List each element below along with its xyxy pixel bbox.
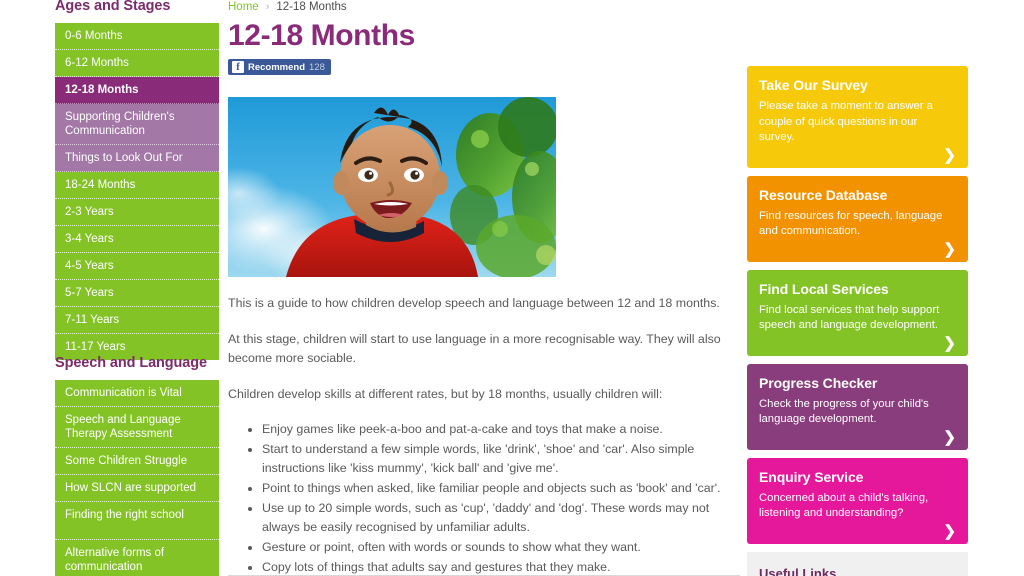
main-content: 12-18 Months f Recommend 128 This is a g… xyxy=(228,18,736,576)
hero-photo xyxy=(228,97,556,277)
facebook-icon: f xyxy=(232,61,244,73)
breadcrumb-current: 12-18 Months xyxy=(276,1,347,13)
useful-links-panel: Useful Links xyxy=(747,551,968,576)
nav-item-label: 0-6 Months xyxy=(65,30,123,42)
sidebar-item-speech-and-language-therapy-assessment[interactable]: Speech and Language Therapy Assessment xyxy=(55,407,219,448)
promo-card-title: Enquiry Service xyxy=(759,468,864,485)
left-sidebar: Ages and Stages 0-6 Months 6-12 Months 12-… xyxy=(0,0,225,576)
breadcrumb-home-link[interactable]: Home xyxy=(228,1,259,13)
promo-card-progress-checker[interactable]: Progress Checker Check the progress of yo… xyxy=(747,363,968,450)
sidebar-item-18-24-months[interactable]: 18-24 Months xyxy=(55,172,219,199)
nav-item-label: 12-18 Months xyxy=(65,84,139,96)
right-sidebar: Take Our Survey Please take a moment to a… xyxy=(747,66,968,576)
nav-item-label: 5-7 Years xyxy=(65,287,114,299)
chevron-right-icon[interactable]: ❯ xyxy=(943,430,956,445)
facebook-recommend-count: 128 xyxy=(309,61,325,73)
promo-card-take-our-survey[interactable]: Take Our Survey Please take a moment to a… xyxy=(747,66,968,168)
chevron-right-icon[interactable]: ❯ xyxy=(943,148,956,163)
sidebar-item-some-children-struggle[interactable]: Some Children Struggle xyxy=(55,448,219,475)
promo-card-list: Take Our Survey Please take a moment to a… xyxy=(747,66,968,544)
nav-item-label: 11-17 Years xyxy=(65,341,126,353)
sidebar-item-finding-the-right-school[interactable]: Finding the right school xyxy=(55,502,219,540)
nav-item-label: Speech and Language Therapy Assessment xyxy=(65,414,181,440)
nav-item-label: Alternative forms of communication xyxy=(65,547,165,573)
list-item: Copy lots of things that adults say and … xyxy=(262,558,736,576)
sidebar-item-12-18-months[interactable]: 12-18 Months xyxy=(55,77,219,104)
nav-item-label: Things to Look Out For xyxy=(65,152,183,164)
promo-card-description: Find local services that help support sp… xyxy=(759,303,940,332)
sidebar-item-communication-is-vital[interactable]: Communication is Vital xyxy=(55,380,219,407)
nav-item-label: Supporting Children's Communication xyxy=(65,111,175,137)
body-paragraph-3: Children develop skills at different rat… xyxy=(228,387,663,401)
promo-card-title: Take Our Survey xyxy=(759,77,868,93)
nav-item-label: 4-5 Years xyxy=(65,260,114,272)
sidebar-item-3-4-years[interactable]: 3-4 Years xyxy=(55,226,219,253)
list-item: Start to understand a few simple words, … xyxy=(262,440,736,478)
chevron-right-icon[interactable]: ❯ xyxy=(943,242,956,257)
breadcrumb: Home › 12-18 Months xyxy=(228,1,347,13)
sidebar-item-things-to-look-out-for[interactable]: Things to Look Out For xyxy=(55,145,219,172)
promo-card-find-local-services[interactable]: Find Local Services Find local services t… xyxy=(747,269,968,356)
facebook-recommend-label: Recommend xyxy=(248,61,306,73)
list-item: Gesture or point, often with words or so… xyxy=(262,538,736,557)
promo-card-description: Check the progress of your child's langu… xyxy=(759,397,929,426)
promo-card-description: Concerned about a child's talking, liste… xyxy=(759,491,929,520)
promo-card-description: Find resources for speech, language and … xyxy=(759,209,943,238)
list-item: Enjoy games like peek-a-boo and pat-a-ca… xyxy=(262,420,736,439)
body-paragraphs: This is a guide to how children develop … xyxy=(228,294,736,404)
facebook-recommend-button[interactable]: f Recommend 128 xyxy=(228,59,331,75)
speech-and-language-heading: Speech and Language xyxy=(55,355,207,371)
sidebar-item-2-3-years[interactable]: 2-3 Years xyxy=(55,199,219,226)
nav-item-label: 3-4 Years xyxy=(65,233,114,245)
promo-card-description: Please take a moment to answer a couple … xyxy=(759,100,933,143)
hero-photo-image xyxy=(228,97,556,277)
promo-card-resource-database[interactable]: Resource Database Find resources for spee… xyxy=(747,175,968,262)
nav-item-label: Some Children Struggle xyxy=(65,455,188,467)
sidebar-item-supporting-children-s-communication[interactable]: Supporting Children's Communication xyxy=(55,104,219,145)
speech-and-language-nav: Communication is Vital Speech and Languag… xyxy=(55,380,219,576)
sidebar-item-how-slcn-are-supported[interactable]: How SLCN are supported xyxy=(55,475,219,502)
body-paragraph-2: At this stage, children will start to us… xyxy=(228,332,721,365)
body-paragraph-1: This is a guide to how children develop … xyxy=(228,296,720,310)
page-title: 12-18 Months xyxy=(228,19,415,52)
nav-item-label: 7-11 Years xyxy=(65,314,120,326)
sidebar-item-6-12-months[interactable]: 6-12 Months xyxy=(55,50,219,77)
chevron-right-icon[interactable]: ❯ xyxy=(943,336,956,351)
milestones-list: Enjoy games like peek-a-boo and pat-a-ca… xyxy=(228,420,736,576)
sidebar-item-alternative-forms-of-communication[interactable]: Alternative forms of communication xyxy=(55,540,219,576)
nav-item-label: How SLCN are supported xyxy=(65,482,197,494)
promo-card-title: Progress Checker xyxy=(759,374,878,391)
breadcrumb-separator-icon: › xyxy=(265,1,270,13)
promo-card-title: Find Local Services xyxy=(759,280,889,297)
nav-item-label: 6-12 Months xyxy=(65,57,129,69)
list-item: Use up to 20 simple words, such as 'cup'… xyxy=(262,499,736,537)
nav-item-label: 18-24 Months xyxy=(65,179,136,191)
sidebar-item-0-6-months[interactable]: 0-6 Months xyxy=(55,23,219,50)
ages-and-stages-nav: 0-6 Months 6-12 Months 12-18 Months Support… xyxy=(55,23,219,360)
nav-item-label: 2-3 Years xyxy=(65,206,114,218)
sidebar-item-4-5-years[interactable]: 4-5 Years xyxy=(55,253,219,280)
ages-and-stages-heading: Ages and Stages xyxy=(55,0,171,14)
chevron-right-icon[interactable]: ❯ xyxy=(943,524,956,539)
sidebar-item-5-7-years[interactable]: 5-7 Years xyxy=(55,280,219,307)
nav-item-label: Communication is Vital xyxy=(65,387,182,399)
promo-card-enquiry-service[interactable]: Enquiry Service Concerned about a child's… xyxy=(747,457,968,544)
list-item: Point to things when asked, like familia… xyxy=(262,479,736,498)
useful-links-title: Useful Links xyxy=(759,565,837,576)
promo-card-title: Resource Database xyxy=(759,186,888,203)
nav-item-label: Finding the right school xyxy=(65,509,184,521)
page-root: Ages and Stages 0-6 Months 6-12 Months 12-… xyxy=(0,0,1024,576)
sidebar-item-7-11-years[interactable]: 7-11 Years xyxy=(55,307,219,334)
